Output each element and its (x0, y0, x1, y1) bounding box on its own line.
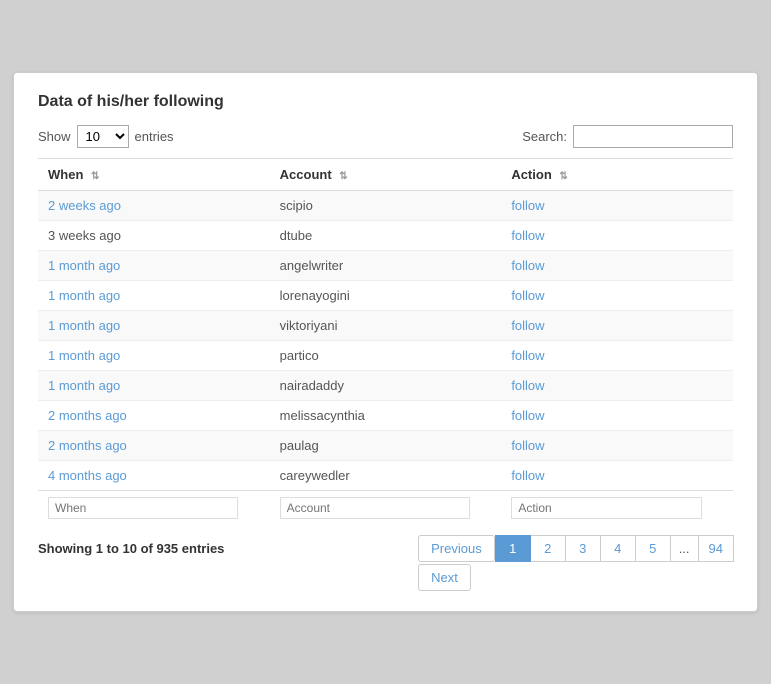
table-header-row: When ⇅ Account ⇅ Action ⇅ (38, 159, 733, 191)
table-row: 2 months agomelissacynthiafollow (38, 401, 733, 431)
showing-range: 1 to 10 (96, 541, 137, 556)
search-input[interactable] (573, 125, 733, 148)
cell-when: 1 month ago (38, 311, 270, 341)
cell-action: follow (501, 401, 733, 431)
filter-when[interactable] (48, 497, 238, 519)
showing-total: 935 (156, 541, 178, 556)
sort-arrows-account: ⇅ (339, 171, 347, 182)
cell-action: follow (501, 341, 733, 371)
entries-label: entries (135, 129, 174, 144)
table-row: 1 month agoviktoriyanifollow (38, 311, 733, 341)
cell-action: follow (501, 221, 733, 251)
search-label: Search: (522, 129, 567, 144)
sort-arrows-action: ⇅ (559, 171, 567, 182)
cell-when: 1 month ago (38, 371, 270, 401)
table-row: 2 months agopaulagfollow (38, 431, 733, 461)
cell-account: paulag (270, 431, 502, 461)
cell-account: nairadaddy (270, 371, 502, 401)
cell-action: follow (501, 311, 733, 341)
filter-account[interactable] (280, 497, 470, 519)
cell-account: partico (270, 341, 502, 371)
table-row: 1 month agolorenayoginifollow (38, 281, 733, 311)
pagination: Previous 1 2 3 4 5 ... 94 Next (418, 535, 733, 591)
cell-action: follow (501, 251, 733, 281)
cell-when: 1 month ago (38, 341, 270, 371)
table-row: 4 months agocareywedlerfollow (38, 461, 733, 491)
cell-action: follow (501, 371, 733, 401)
page-btn-2[interactable]: 2 (530, 535, 566, 562)
col-when[interactable]: When ⇅ (38, 159, 270, 191)
cell-when: 2 months ago (38, 401, 270, 431)
pagination-ellipsis: ... (670, 535, 699, 562)
cell-account: viktoriyani (270, 311, 502, 341)
cell-account: lorenayogini (270, 281, 502, 311)
showing-of: of (137, 541, 157, 556)
table-controls: Show 10 25 50 100 entries Search: (38, 125, 733, 148)
showing-text: Showing 1 to 10 of 935 entries (38, 535, 224, 556)
table-footer: Showing 1 to 10 of 935 entries Previous … (38, 535, 733, 591)
cell-account: careywedler (270, 461, 502, 491)
cell-action: follow (501, 461, 733, 491)
page-title: Data of his/her following (38, 93, 733, 111)
cell-account: angelwriter (270, 251, 502, 281)
cell-account: scipio (270, 191, 502, 221)
page-btn-5[interactable]: 5 (635, 535, 671, 562)
page-btn-4[interactable]: 4 (600, 535, 636, 562)
filter-action[interactable] (511, 497, 702, 519)
cell-action: follow (501, 191, 733, 221)
cell-when: 1 month ago (38, 251, 270, 281)
next-button[interactable]: Next (418, 564, 471, 591)
cell-action: follow (501, 281, 733, 311)
cell-when: 1 month ago (38, 281, 270, 311)
showing-suffix: entries (178, 541, 224, 556)
show-label: Show (38, 129, 71, 144)
cell-when: 3 weeks ago (38, 221, 270, 251)
search-box: Search: (522, 125, 733, 148)
table-row: 1 month agonairadaddyfollow (38, 371, 733, 401)
show-entries-control: Show 10 25 50 100 entries (38, 125, 174, 148)
pagination-top-row: Previous 1 2 3 4 5 ... 94 (418, 535, 733, 562)
cell-action: follow (501, 431, 733, 461)
cell-when: 2 months ago (38, 431, 270, 461)
cell-when: 4 months ago (38, 461, 270, 491)
showing-prefix: Showing (38, 541, 96, 556)
page-btn-3[interactable]: 3 (565, 535, 601, 562)
page-btn-1[interactable]: 1 (495, 535, 531, 562)
col-action[interactable]: Action ⇅ (501, 159, 733, 191)
data-table: When ⇅ Account ⇅ Action ⇅ 2 weeks agosci… (38, 158, 733, 525)
table-row: 1 month agoangelwriterfollow (38, 251, 733, 281)
pagination-bottom-row: Next (418, 564, 471, 591)
page-btn-94[interactable]: 94 (698, 535, 734, 562)
cell-account: dtube (270, 221, 502, 251)
previous-button[interactable]: Previous (418, 535, 495, 562)
sort-arrows-when: ⇅ (91, 171, 99, 182)
cell-when: 2 weeks ago (38, 191, 270, 221)
table-row: 2 weeks agoscipiofollow (38, 191, 733, 221)
table-filter-row (38, 491, 733, 526)
table-row: 3 weeks agodtubefollow (38, 221, 733, 251)
table-row: 1 month agoparticofollow (38, 341, 733, 371)
main-card: Data of his/her following Show 10 25 50 … (13, 72, 758, 612)
col-account[interactable]: Account ⇅ (270, 159, 502, 191)
cell-account: melissacynthia (270, 401, 502, 431)
entries-select[interactable]: 10 25 50 100 (77, 125, 129, 148)
